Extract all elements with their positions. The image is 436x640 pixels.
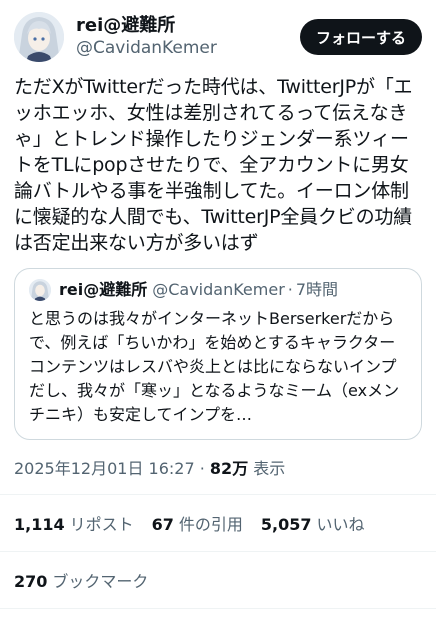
quotes-stat[interactable]: 67 件の引用	[152, 511, 243, 535]
tweet-meta: 2025年12月01日 16:27 · 82万 表示	[14, 458, 422, 494]
tweet-header: rei@避難所 @CavidanKemer フォローする	[14, 0, 422, 70]
follow-button[interactable]: フォローする	[299, 19, 422, 55]
meta-separator: ·	[199, 459, 205, 478]
engagement-stats: 1,114 リポスト 67 件の引用 5,057 いいね	[14, 495, 422, 551]
bookmarks-label: ブックマーク	[52, 572, 149, 591]
quotes-count: 67	[151, 515, 174, 534]
divider	[0, 608, 436, 609]
reposts-stat[interactable]: 1,114 リポスト	[14, 511, 134, 535]
quote-header: rei@避難所 @CavidanKemer · 7時間	[29, 279, 407, 301]
quote-separator: ·	[287, 280, 293, 299]
author-display-name[interactable]: rei@避難所	[76, 15, 300, 37]
likes-count: 5,057	[260, 515, 312, 534]
views-count: 82万	[209, 459, 249, 478]
quote-text: と思うのは我々がインターネットBerserkerだからで、例えば「ちいかわ」を始…	[29, 309, 400, 424]
avatar[interactable]	[14, 12, 64, 62]
reposts-label: リポスト	[69, 515, 134, 534]
author-names: rei@避難所 @CavidanKemer	[76, 15, 300, 59]
bookmarks-stat[interactable]: 270 ブックマーク	[14, 568, 148, 592]
tweet-text: ただXがTwitterだった時代は、TwitterJPが「エッホエッホ、女性は差…	[14, 76, 413, 254]
author-handle[interactable]: @CavidanKemer	[76, 37, 300, 59]
tweet: rei@避難所 @CavidanKemer フォローする ただXがTwitter…	[0, 0, 436, 640]
quote-display-name: rei@避難所	[59, 280, 148, 299]
quote-avatar	[29, 279, 51, 301]
bookmark-stats: 270 ブックマーク	[14, 552, 422, 608]
reposts-count: 1,114	[14, 515, 65, 534]
quotes-label: 件の引用	[178, 515, 243, 534]
quote-time: 7時間	[295, 280, 339, 299]
likes-stat[interactable]: 5,057 いいね	[261, 511, 365, 535]
views-label: 表示	[253, 459, 286, 478]
quote-tweet[interactable]: rei@避難所 @CavidanKemer · 7時間 と思うのは我々がインター…	[14, 268, 422, 440]
quote-handle: @CavidanKemer	[152, 280, 285, 299]
timestamp[interactable]: 2025年12月01日 16:27	[14, 459, 195, 478]
bookmarks-count: 270	[14, 572, 48, 591]
likes-label: いいね	[316, 515, 365, 534]
